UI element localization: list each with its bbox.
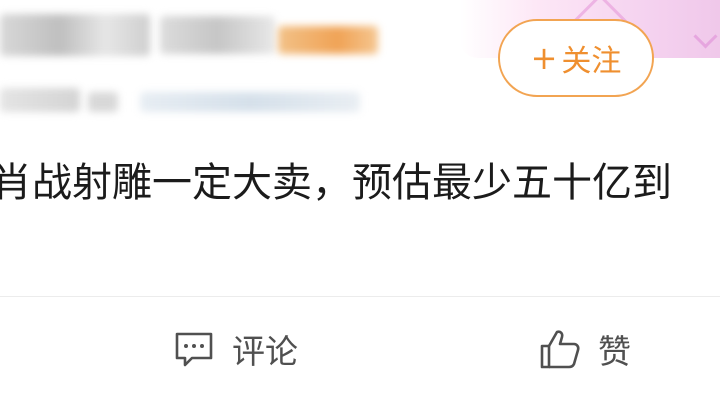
thumbs-up-icon — [540, 330, 580, 369]
post-body-text: 肖战射雕一定大卖，预估最少五十亿到 — [0, 160, 672, 206]
blurred-post-time — [0, 88, 80, 112]
weibo-post-screen: + 关注 肖战射雕一定大卖，预估最少五十亿到 评论 赞 — [0, 0, 720, 405]
like-button[interactable]: 赞 — [538, 327, 631, 371]
blurred-post-meta — [140, 92, 360, 112]
like-button-label: 赞 — [598, 332, 631, 371]
blurred-post-source — [88, 92, 118, 112]
comment-button-label: 评论 — [232, 332, 298, 371]
post-action-bar: 评论 赞 — [0, 297, 720, 405]
comment-button[interactable]: 评论 — [172, 327, 298, 371]
blurred-username — [160, 16, 275, 54]
follow-button-label: 关注 — [561, 44, 622, 79]
post-header: + 关注 — [0, 0, 720, 125]
chevron-right-icon — [693, 24, 718, 49]
follow-button[interactable]: + 关注 — [498, 19, 654, 97]
plus-icon: + — [530, 39, 558, 77]
comment-icon — [175, 332, 213, 367]
blurred-user-badge — [278, 26, 378, 54]
blurred-avatar-and-name — [0, 14, 150, 56]
